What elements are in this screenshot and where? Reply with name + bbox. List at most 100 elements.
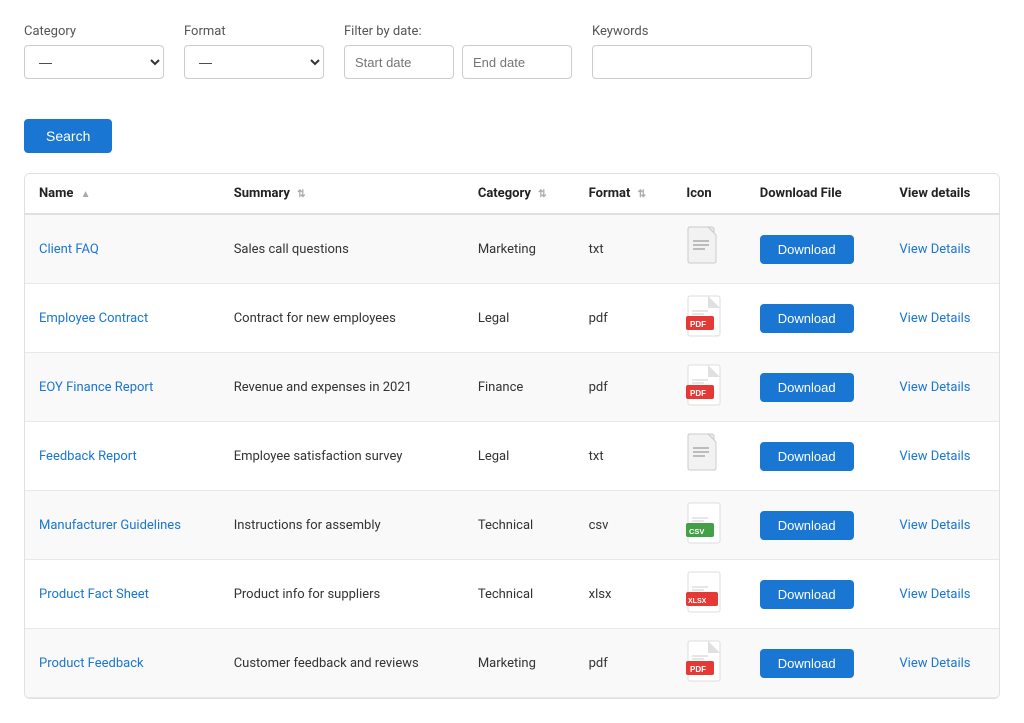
table-row: Feedback Report Employee satisfaction su… xyxy=(25,422,999,491)
cell-name: Product Feedback xyxy=(25,629,220,698)
download-button[interactable]: Download xyxy=(760,442,854,471)
cell-icon xyxy=(672,422,745,491)
cell-format: csv xyxy=(575,491,673,560)
sort-icon-category[interactable]: ⇅ xyxy=(538,189,546,200)
cell-format: txt xyxy=(575,422,673,491)
cell-summary: Contract for new employees xyxy=(220,284,464,353)
download-button[interactable]: Download xyxy=(760,511,854,540)
documents-table: Name ▲ Summary ⇅ Category ⇅ Format ⇅ Ico… xyxy=(25,174,999,698)
document-name-link[interactable]: Feedback Report xyxy=(39,449,137,464)
cell-view-details: View Details xyxy=(885,284,999,353)
date-filter-group: Filter by date: xyxy=(344,24,572,79)
documents-table-container: Name ▲ Summary ⇅ Category ⇅ Format ⇅ Ico… xyxy=(24,173,1000,699)
cell-summary: Customer feedback and reviews xyxy=(220,629,464,698)
cell-view-details: View Details xyxy=(885,560,999,629)
file-type-icon: XLSX xyxy=(686,570,722,610)
cell-download: Download xyxy=(746,214,886,284)
sort-icon-summary[interactable]: ⇅ xyxy=(297,189,305,200)
view-details-link[interactable]: View Details xyxy=(899,449,970,464)
download-button[interactable]: Download xyxy=(760,580,854,609)
file-type-icon xyxy=(686,225,722,265)
document-name-link[interactable]: Client FAQ xyxy=(39,242,99,257)
col-header-format: Format ⇅ xyxy=(575,174,673,214)
svg-text:PDF: PDF xyxy=(690,665,706,674)
cell-download: Download xyxy=(746,491,886,560)
cell-icon: PDF xyxy=(672,284,745,353)
cell-format: pdf xyxy=(575,284,673,353)
file-type-icon: PDF xyxy=(686,363,722,403)
keywords-filter-group: Keywords xyxy=(592,24,812,79)
filter-bar: Category — Marketing Legal Finance Techn… xyxy=(24,24,1000,153)
cell-name: Feedback Report xyxy=(25,422,220,491)
svg-text:CSV: CSV xyxy=(689,527,704,536)
cell-name: EOY Finance Report xyxy=(25,353,220,422)
sort-icon-name[interactable]: ▲ xyxy=(81,189,91,200)
col-header-name: Name ▲ xyxy=(25,174,220,214)
cell-view-details: View Details xyxy=(885,629,999,698)
cell-icon: CSV xyxy=(672,491,745,560)
end-date-input[interactable] xyxy=(462,45,572,79)
keywords-input[interactable] xyxy=(592,45,812,79)
document-name-link[interactable]: Product Feedback xyxy=(39,656,144,671)
download-button[interactable]: Download xyxy=(760,235,854,264)
cell-category: Marketing xyxy=(464,214,575,284)
view-details-link[interactable]: View Details xyxy=(899,311,970,326)
svg-text:XLSX: XLSX xyxy=(688,598,707,605)
cell-icon: PDF xyxy=(672,353,745,422)
download-button[interactable]: Download xyxy=(760,304,854,333)
table-row: Client FAQ Sales call questions Marketin… xyxy=(25,214,999,284)
table-row: Product Fact Sheet Product info for supp… xyxy=(25,560,999,629)
cell-category: Legal xyxy=(464,284,575,353)
document-name-link[interactable]: Product Fact Sheet xyxy=(39,587,149,602)
col-header-download: Download File xyxy=(746,174,886,214)
view-details-link[interactable]: View Details xyxy=(899,242,970,257)
col-header-category: Category ⇅ xyxy=(464,174,575,214)
file-type-icon: PDF xyxy=(686,639,722,679)
col-header-summary: Summary ⇅ xyxy=(220,174,464,214)
start-date-input[interactable] xyxy=(344,45,454,79)
format-label: Format xyxy=(184,24,324,39)
cell-summary: Sales call questions xyxy=(220,214,464,284)
sort-icon-format[interactable]: ⇅ xyxy=(638,189,646,200)
cell-icon: PDF xyxy=(672,629,745,698)
table-row: Product Feedback Customer feedback and r… xyxy=(25,629,999,698)
cell-summary: Product info for suppliers xyxy=(220,560,464,629)
table-row: Employee Contract Contract for new emplo… xyxy=(25,284,999,353)
document-name-link[interactable]: EOY Finance Report xyxy=(39,380,153,395)
document-name-link[interactable]: Employee Contract xyxy=(39,311,148,326)
cell-view-details: View Details xyxy=(885,214,999,284)
download-button[interactable]: Download xyxy=(760,373,854,402)
cell-download: Download xyxy=(746,353,886,422)
download-button[interactable]: Download xyxy=(760,649,854,678)
table-header-row: Name ▲ Summary ⇅ Category ⇅ Format ⇅ Ico… xyxy=(25,174,999,214)
cell-category: Marketing xyxy=(464,629,575,698)
document-name-link[interactable]: Manufacturer Guidelines xyxy=(39,518,181,533)
file-type-icon: CSV xyxy=(686,501,722,541)
search-button[interactable]: Search xyxy=(24,119,112,153)
date-label: Filter by date: xyxy=(344,24,572,39)
cell-name: Employee Contract xyxy=(25,284,220,353)
cell-format: pdf xyxy=(575,629,673,698)
cell-summary: Instructions for assembly xyxy=(220,491,464,560)
cell-name: Client FAQ xyxy=(25,214,220,284)
cell-format: txt xyxy=(575,214,673,284)
svg-text:PDF: PDF xyxy=(690,389,706,398)
keywords-label: Keywords xyxy=(592,24,812,39)
cell-download: Download xyxy=(746,629,886,698)
cell-format: pdf xyxy=(575,353,673,422)
format-select[interactable]: — txt pdf csv xlsx xyxy=(184,45,324,79)
category-select[interactable]: — Marketing Legal Finance Technical xyxy=(24,45,164,79)
view-details-link[interactable]: View Details xyxy=(899,656,970,671)
category-filter-group: Category — Marketing Legal Finance Techn… xyxy=(24,24,164,79)
view-details-link[interactable]: View Details xyxy=(899,380,970,395)
format-filter-group: Format — txt pdf csv xlsx xyxy=(184,24,324,79)
cell-summary: Revenue and expenses in 2021 xyxy=(220,353,464,422)
cell-view-details: View Details xyxy=(885,491,999,560)
file-type-icon: PDF xyxy=(686,294,722,334)
cell-format: xlsx xyxy=(575,560,673,629)
view-details-link[interactable]: View Details xyxy=(899,587,970,602)
svg-text:PDF: PDF xyxy=(690,320,706,329)
cell-category: Finance xyxy=(464,353,575,422)
cell-download: Download xyxy=(746,422,886,491)
view-details-link[interactable]: View Details xyxy=(899,518,970,533)
